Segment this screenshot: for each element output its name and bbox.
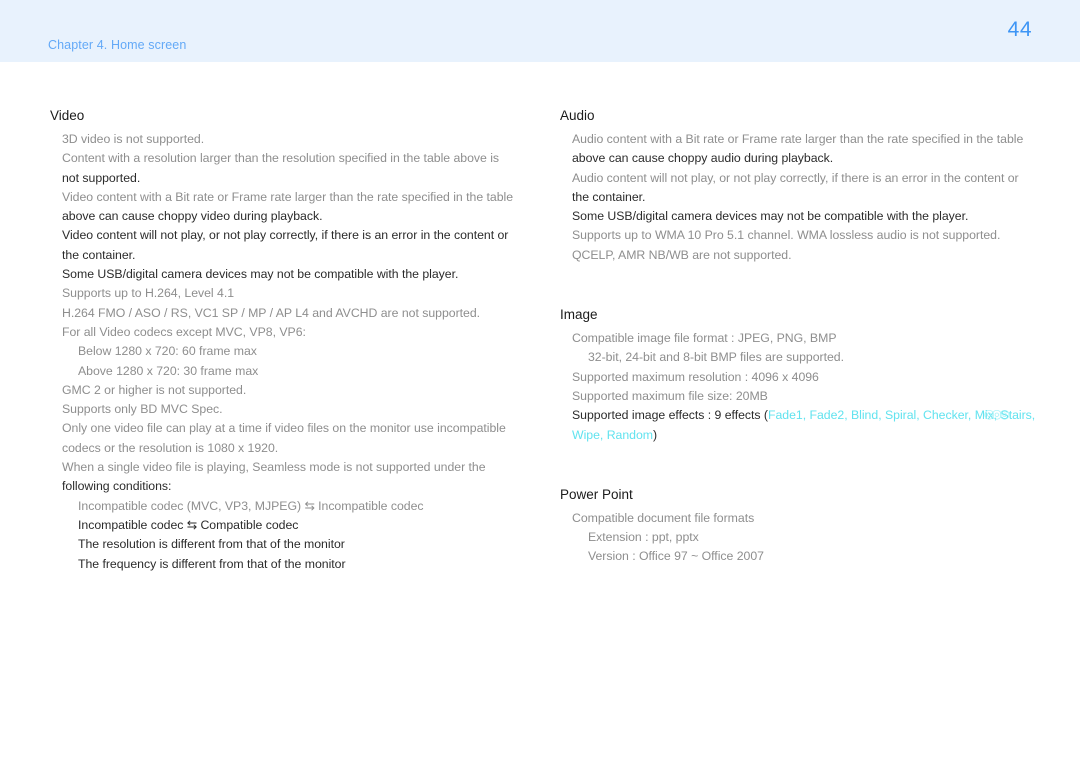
effects-suffix: ): [653, 427, 658, 442]
section-line-list: Audio content with a Bit rate or Frame r…: [560, 130, 1050, 265]
body-line: above can cause choppy video during play…: [62, 209, 323, 224]
effects-prefix: Supported image effects : 9 effects (: [572, 408, 768, 423]
body-line: Some USB/digital camera devices may not …: [572, 209, 969, 224]
body-line: The frequency is different from that of …: [78, 556, 346, 571]
body-line: 3D video is not supported.: [62, 132, 205, 146]
page-number: 44: [1007, 18, 1032, 41]
body-line: above can cause choppy audio during play…: [572, 151, 834, 166]
body-line: the container.: [62, 247, 136, 262]
effect-name: Blind: [850, 408, 879, 423]
effects-separator: ,: [967, 408, 975, 423]
body-line: the container.: [572, 189, 646, 204]
body-line: Some USB/digital camera devices may not …: [62, 267, 459, 282]
section-line-list: Compatible image file format : JPEG, PNG…: [560, 329, 1050, 445]
effects-separator: ,: [1031, 408, 1036, 423]
image-effects-line: Supported image effects : 9 effects (Fad…: [560, 406, 1050, 445]
page-header-band: Chapter 4. Home screen 44: [0, 0, 1080, 62]
section: Audio Audio content with a Bit rate or Fr…: [560, 62, 1050, 265]
body-line: Supports only BD MVC Spec.: [62, 402, 223, 417]
section: Image Compatible image file format : JPEG…: [560, 265, 1050, 445]
section-heading: Audio: [560, 108, 595, 123]
body-line: GMC 2 or higher is not supported.: [62, 382, 247, 397]
effect-name: Fade1: [767, 408, 803, 423]
body-line: following conditions:: [62, 479, 172, 494]
effects-separator: ,: [878, 408, 885, 423]
body-line: For all Video codecs except MVC, VP8, VP…: [62, 324, 306, 339]
body-line: codecs or the resolution is 1080 x 1920.: [62, 440, 279, 455]
body-line: Supports up to H.264, Level 4.1: [62, 286, 235, 301]
body-line: Video content will not play, or not play…: [62, 228, 509, 243]
section-heading: Power Point: [560, 486, 633, 502]
render-artifact-glyphs: ◎◎◎: [983, 407, 1010, 422]
effect-name: Wipe: [572, 427, 600, 442]
effect-name: Fade2: [809, 408, 845, 423]
body-line: QCELP, AMR NB/WB are not supported.: [572, 247, 792, 262]
effects-separator: ,: [844, 408, 851, 423]
body-line: Incompatible codec (MVC, VP3, MJPEG) ⇆ I…: [78, 498, 424, 513]
section-heading: Video: [50, 108, 85, 123]
section-line-list: 3D video is not supported. Content with a…: [50, 130, 540, 574]
section: Video 3D video is not supported. Content w…: [50, 62, 540, 574]
body-line: not supported.: [62, 170, 141, 185]
section-heading: Image: [560, 307, 598, 323]
body-line: Audio content with a Bit rate or Frame r…: [572, 132, 1024, 146]
section: Power Point Compatible document file form…: [560, 445, 1050, 567]
body-line: When a single video file is playing, Sea…: [62, 460, 486, 475]
body-line: Supports up to WMA 10 Pro 5.1 channel. W…: [572, 228, 1001, 243]
body-line: Audio content will not play, or not play…: [572, 170, 1019, 185]
chapter-breadcrumb: Chapter 4. Home screen: [48, 38, 187, 52]
body-line: Below 1280 x 720: 60 frame max: [78, 344, 257, 359]
body-line: Content with a resolution larger than th…: [62, 151, 500, 166]
left-column: Video 3D video is not supported. Content w…: [50, 62, 540, 574]
body-line: Extension : ppt, pptx: [588, 530, 699, 545]
body-line: 32-bit, 24-bit and 8-bit BMP files are s…: [588, 350, 844, 365]
body-line: Version : Office 97 ~ Office 2007: [588, 549, 764, 564]
body-line: Compatible document file formats: [572, 510, 755, 525]
body-line: Supported maximum file size: 20MB: [572, 388, 768, 403]
effects-separator: ,: [599, 427, 607, 442]
body-line: Compatible image file format : JPEG, PNG…: [572, 331, 837, 346]
body-line: Supported maximum resolution : 4096 x 40…: [572, 369, 819, 384]
effects-separator: ,: [916, 408, 924, 423]
body-line: Above 1280 x 720: 30 frame max: [78, 363, 259, 378]
body-line: H.264 FMO / ASO / RS, VC1 SP / MP / AP L…: [62, 305, 481, 320]
body-line: Incompatible codec ⇆ Compatible codec: [78, 517, 299, 532]
effect-name: Mix ◎◎◎: [975, 406, 1010, 425]
effect-name: Spiral: [884, 408, 917, 423]
body-line: The resolution is different from that of…: [78, 537, 345, 552]
page-body: Video 3D video is not supported. Content w…: [0, 62, 1080, 763]
right-column: Audio Audio content with a Bit rate or Fr…: [560, 62, 1050, 567]
body-line: Only one video file can play at a time i…: [62, 421, 506, 436]
section-line-list: Compatible document file formats Extensio…: [560, 509, 1050, 567]
effect-name: Random: [606, 427, 653, 442]
body-line: Video content with a Bit rate or Frame r…: [62, 189, 514, 204]
effect-name: Checker: [923, 408, 968, 423]
